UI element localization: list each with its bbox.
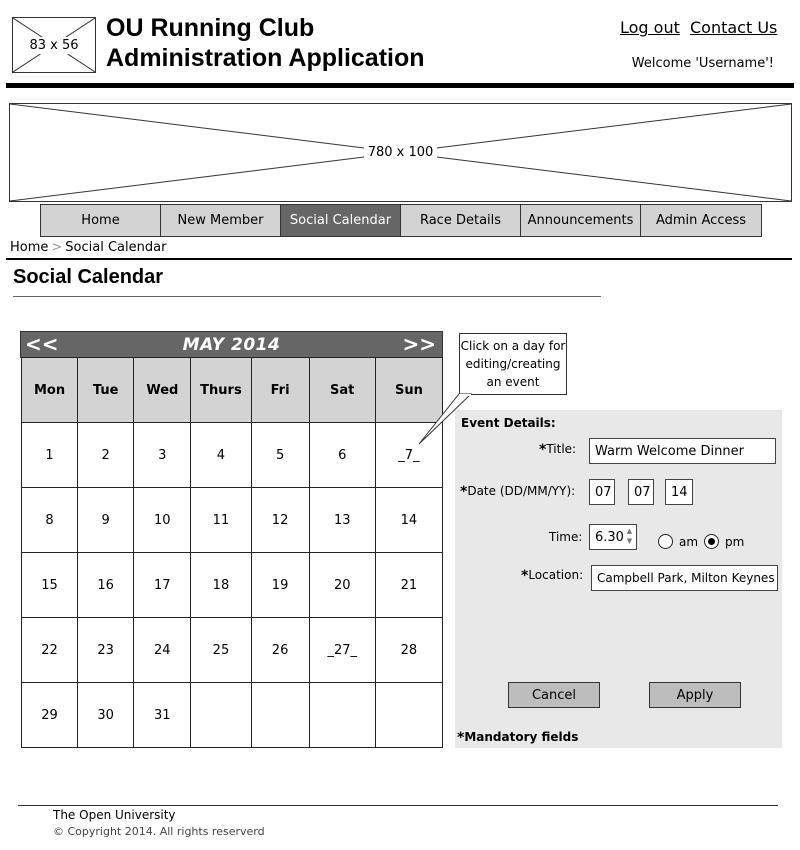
nav-admin-access[interactable]: Admin Access [641, 205, 761, 236]
breadcrumb-divider [6, 258, 792, 260]
breadcrumb-home[interactable]: Home [10, 240, 48, 255]
contact-us-link[interactable]: Contact Us [690, 18, 777, 37]
calendar-day[interactable]: 4 [190, 422, 252, 488]
location-label: *Location: [521, 568, 584, 584]
apply-button[interactable]: Apply [649, 682, 741, 708]
calendar-day[interactable]: 16 [77, 552, 135, 618]
time-label: Time: [549, 530, 583, 544]
calendar-day[interactable]: 10 [133, 487, 192, 553]
day-header: Wed [133, 357, 192, 423]
am-radio[interactable] [658, 534, 673, 549]
title-underline [13, 296, 601, 297]
nav-announcements[interactable]: Announcements [521, 205, 641, 236]
time-stepper[interactable]: 6.30 ▲ ▼ [589, 524, 637, 550]
calendar-day[interactable]: 21 [374, 552, 444, 618]
date-year-input[interactable]: 14 [665, 479, 693, 505]
calendar-day[interactable]: 29 [20, 682, 79, 748]
day-header: Mon [20, 357, 79, 423]
mandatory-note: *Mandatory fields [457, 730, 579, 746]
calendar-day[interactable]: 1 [20, 422, 79, 488]
calendar-day[interactable]: 24 [133, 617, 192, 683]
calendar-day-empty [190, 682, 252, 748]
date-day-input[interactable]: 07 [589, 479, 615, 505]
calendar-day[interactable]: 14 [374, 487, 444, 553]
pm-label: pm [725, 535, 745, 549]
calendar-day[interactable]: 22 [20, 617, 79, 683]
title-input[interactable]: Warm Welcome Dinner [589, 438, 776, 464]
calendar-day[interactable]: 20 [308, 552, 376, 618]
footer-divider [18, 805, 778, 806]
calendar-week: 15 16 17 18 19 20 21 [20, 552, 444, 618]
time-value: 6.30 [595, 529, 624, 545]
stepper-arrows-icon[interactable]: ▲ ▼ [624, 526, 635, 548]
calendar-header: << MAY 2014 >> [20, 331, 443, 358]
calendar-week: 22 23 24 25 26 _27_ 28 [20, 617, 444, 683]
calendar-week: 29 30 31 [20, 682, 444, 748]
footer-org: The Open University [53, 808, 176, 822]
calendar-day-event[interactable]: _27_ [308, 617, 376, 683]
main-nav: Home New Member Social Calendar Race Det… [40, 204, 762, 237]
calendar-day[interactable]: 28 [374, 617, 444, 683]
calendar-day[interactable]: 19 [250, 552, 310, 618]
welcome-text: Welcome 'Username'! [631, 56, 774, 71]
nav-social-calendar[interactable]: Social Calendar [281, 205, 401, 236]
calendar-day[interactable]: 30 [77, 682, 135, 748]
calendar-day-empty [250, 682, 310, 748]
calendar-day[interactable]: 8 [20, 487, 79, 553]
cancel-button[interactable]: Cancel [508, 682, 600, 708]
calendar-week: 8 9 10 11 12 13 14 [20, 487, 444, 553]
calendar-day[interactable]: 12 [250, 487, 310, 553]
day-header: Tue [77, 357, 135, 423]
nav-race-details[interactable]: Race Details [401, 205, 521, 236]
footer-copyright: © Copyright 2014. All rights reserverd [53, 825, 265, 838]
calendar-day[interactable]: 17 [133, 552, 192, 618]
calendar-month-label: MAY 2014 [182, 335, 281, 355]
day-header: Thurs [190, 357, 252, 423]
event-details-panel: Event Details: *Title: Warm Welcome Dinn… [455, 410, 782, 748]
calendar-day[interactable]: 3 [133, 422, 192, 488]
header-divider [6, 83, 794, 88]
location-input[interactable]: Campbell Park, Milton Keynes [591, 565, 778, 591]
calendar-day[interactable]: 6 [308, 422, 376, 488]
nav-home[interactable]: Home [41, 205, 161, 236]
day-header: Sat [308, 357, 376, 423]
banner-placeholder: 780 x 100 [9, 103, 792, 202]
calendar-day[interactable]: 5 [250, 422, 310, 488]
app-title-line1: OU Running Club [106, 14, 315, 42]
page-title: Social Calendar [13, 266, 164, 288]
calendar-day[interactable]: 13 [308, 487, 376, 553]
breadcrumb-separator: > [51, 240, 63, 255]
day-header: Fri [250, 357, 310, 423]
calendar-day[interactable]: 9 [77, 487, 135, 553]
am-label: am [679, 535, 699, 549]
pm-radio[interactable] [704, 534, 719, 549]
calendar-day-empty [308, 682, 376, 748]
calendar-grid: Mon Tue Wed Thurs Fri Sat Sun 1 2 3 4 5 … [20, 357, 444, 748]
logout-link[interactable]: Log out [620, 18, 680, 37]
breadcrumb-current: Social Calendar [65, 240, 167, 255]
date-month-input[interactable]: 07 [628, 479, 654, 505]
calendar-day[interactable]: 31 [133, 682, 192, 748]
calendar-week: 1 2 3 4 5 6 _7_ [20, 422, 444, 488]
calendar-day[interactable]: 18 [190, 552, 252, 618]
date-label: *Date (DD/MM/YY): [460, 484, 576, 500]
calendar-day-empty [374, 682, 444, 748]
instruction-callout: Click on a day for editing/creating an e… [459, 333, 567, 395]
logo-placeholder: 83 x 56 [12, 17, 96, 73]
app-title: OU Running Club Administration Applicati… [106, 13, 425, 73]
breadcrumb: Home > Social Calendar [10, 240, 166, 255]
calendar-day[interactable]: 25 [190, 617, 252, 683]
calendar-day[interactable]: 23 [77, 617, 135, 683]
nav-new-member[interactable]: New Member [161, 205, 281, 236]
app-title-line2: Administration Application [106, 44, 425, 72]
calendar-day[interactable]: 26 [250, 617, 310, 683]
title-label: *Title: [539, 442, 577, 458]
calendar-day[interactable]: 11 [190, 487, 252, 553]
next-month-button[interactable]: >> [402, 333, 436, 355]
calendar-day[interactable]: 15 [20, 552, 79, 618]
calendar-day[interactable]: 2 [77, 422, 135, 488]
calendar-day-headers: Mon Tue Wed Thurs Fri Sat Sun [20, 357, 444, 423]
event-details-heading: Event Details: [461, 416, 556, 430]
